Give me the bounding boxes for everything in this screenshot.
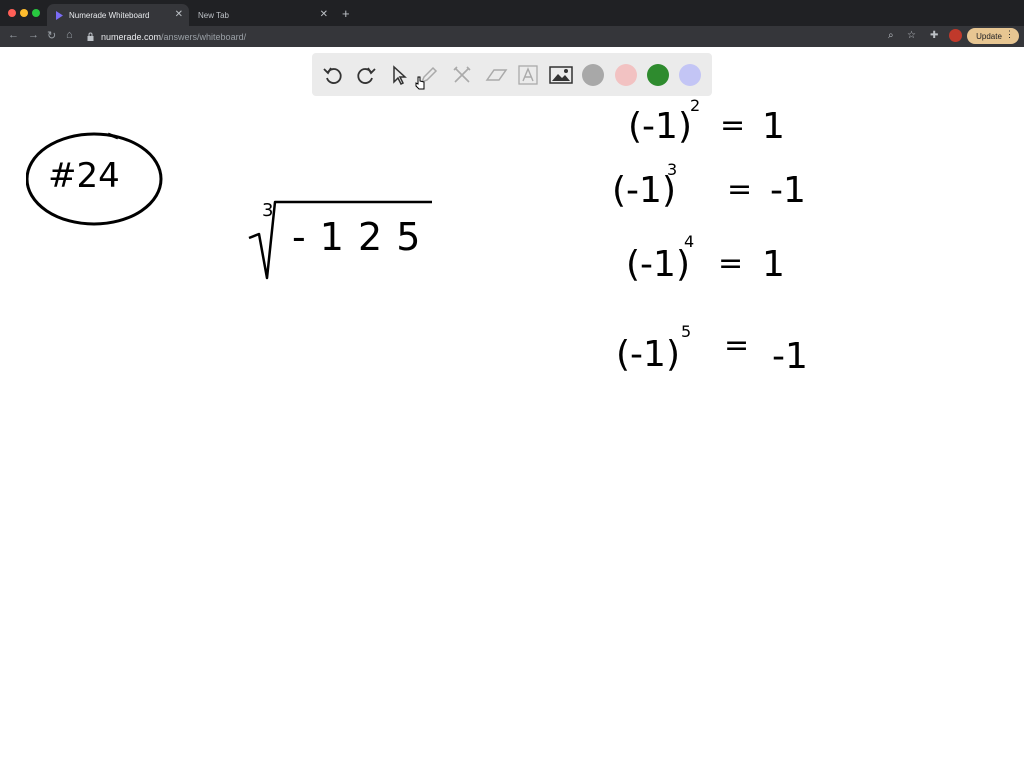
whiteboard-toolbar: [312, 53, 712, 96]
equation-exponent: 4: [684, 232, 695, 251]
more-menu-icon[interactable]: ⋮: [1005, 29, 1014, 40]
equals-sign: =: [727, 172, 753, 207]
undo-icon[interactable]: [321, 63, 345, 87]
color-pink-swatch[interactable]: [615, 64, 637, 86]
color-green-swatch[interactable]: [647, 64, 669, 86]
eraser-icon[interactable]: [484, 63, 508, 87]
equals-sign: =: [718, 246, 744, 281]
back-icon[interactable]: ←: [8, 29, 19, 41]
radical-index: 3: [262, 200, 274, 221]
equals-sign: =: [724, 328, 750, 363]
tab-title: Numerade Whiteboard: [69, 10, 150, 20]
browser-toolbar: ← → ↻ ⌂ numerade.com/answers/whiteboard/…: [0, 26, 1024, 47]
text-icon[interactable]: [516, 63, 540, 87]
equation-exponent: 3: [667, 160, 678, 179]
equation-result: -1: [772, 336, 808, 377]
color-gray-swatch[interactable]: [582, 64, 604, 86]
equation-base: (-1): [626, 244, 690, 285]
problem-number-label: #24: [48, 156, 120, 196]
equation-exponent: 2: [690, 96, 701, 115]
pointer-icon[interactable]: [386, 63, 410, 87]
equation-base: (-1): [628, 106, 692, 147]
forward-icon[interactable]: →: [28, 29, 39, 41]
equation-exponent: 5: [681, 322, 692, 341]
equals-sign: =: [720, 108, 746, 143]
url-path: /answers/whiteboard/: [161, 31, 247, 42]
url-host: numerade.com: [101, 31, 162, 42]
equation-result: 1: [762, 106, 785, 147]
equation-result: 1: [762, 244, 785, 285]
numerade-favicon-icon: [55, 10, 64, 20]
tab-numerade-whiteboard[interactable]: Numerade Whiteboard ✕: [47, 4, 189, 26]
tab-new-tab[interactable]: New Tab ✕: [190, 4, 334, 26]
hand-cursor-icon: [415, 76, 425, 90]
redo-icon[interactable]: [354, 63, 378, 87]
search-icon[interactable]: ⌕: [888, 30, 894, 41]
home-icon[interactable]: ⌂: [66, 29, 73, 41]
tab-title: New Tab: [198, 10, 229, 20]
extensions-icon[interactable]: ✚: [930, 30, 938, 41]
image-icon[interactable]: [549, 63, 573, 87]
browser-tab-strip: Numerade Whiteboard ✕ New Tab ✕ +: [0, 0, 1024, 26]
maximize-window-button[interactable]: [32, 9, 40, 17]
new-tab-icon[interactable]: +: [342, 6, 350, 21]
equation-result: -1: [770, 170, 806, 211]
close-tab-icon[interactable]: ✕: [175, 9, 183, 20]
minimize-window-button[interactable]: [20, 9, 28, 17]
update-button[interactable]: Update ⋮: [967, 28, 1019, 44]
equation-base: (-1): [616, 334, 680, 375]
color-lavender-swatch[interactable]: [679, 64, 701, 86]
close-window-button[interactable]: [8, 9, 16, 17]
profile-avatar[interactable]: [949, 29, 962, 42]
address-bar[interactable]: numerade.com/answers/whiteboard/: [86, 28, 882, 45]
reload-icon[interactable]: ↻: [47, 29, 56, 42]
update-label: Update: [976, 31, 1002, 41]
tools-icon[interactable]: [450, 63, 474, 87]
radicand: - 1 2 5: [292, 215, 422, 259]
close-tab-icon[interactable]: ✕: [320, 9, 328, 20]
bookmark-star-icon[interactable]: ☆: [907, 30, 916, 41]
lock-icon: [87, 32, 94, 41]
